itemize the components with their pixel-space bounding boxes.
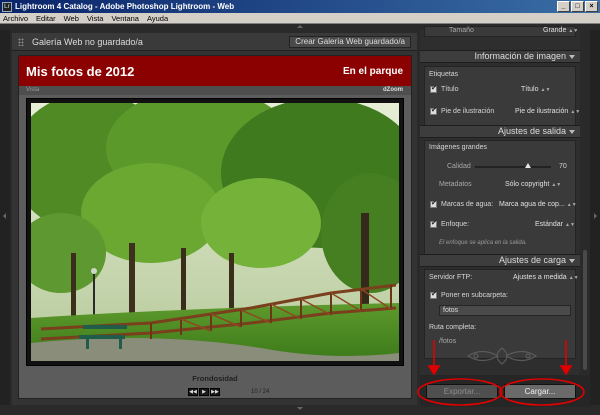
sharpen-select[interactable]: Estándar ▲▼: [535, 221, 575, 228]
bottom-panel-toggle-icon[interactable]: [297, 407, 303, 410]
create-saved-gallery-button[interactable]: Crear Galería Web guardado/a: [289, 36, 411, 48]
size-label: Tamaño: [449, 27, 474, 34]
upload-section-header[interactable]: Ajustes de carga: [420, 254, 580, 267]
caption-select[interactable]: Pie de ilustración ▲▼: [515, 108, 580, 115]
action-buttons-bar: Exportar... Cargar...: [420, 375, 590, 407]
upload-section-title: Ajustes de carga: [498, 255, 566, 265]
gallery-subheader: Vista dZoom: [19, 86, 411, 95]
fullpath-label: Ruta completa:: [429, 324, 477, 331]
left-panel-toggle-icon[interactable]: [3, 213, 6, 219]
output-settings-box: Imágenes grandes Calidad 70 Metadatos Só…: [424, 140, 577, 255]
sharpen-checkbox[interactable]: [430, 219, 437, 228]
photo-caption: Frondosidad: [192, 374, 238, 383]
collection-title[interactable]: En el parque: [343, 66, 403, 77]
subfolder-label: Poner en subcarpeta:: [441, 292, 508, 299]
collapse-triangle-icon[interactable]: [569, 55, 575, 59]
quality-label: Calidad: [447, 163, 471, 170]
labels-heading: Etiquetas: [429, 71, 459, 78]
next-button[interactable]: ▶▶: [210, 388, 220, 396]
gallery-title: Galería Web no guardado/a: [32, 37, 143, 47]
title-label: Título: [441, 86, 459, 93]
menu-archivo[interactable]: Archivo: [3, 14, 28, 23]
window-title: Lightroom 4 Catalog - Adobe Photoshop Li…: [15, 2, 235, 11]
maximize-button[interactable]: □: [571, 1, 584, 12]
title-checkbox[interactable]: [430, 84, 437, 93]
image-info-box: Etiquetas Título Título▲▼ Pie de ilustra…: [424, 66, 580, 126]
grip-icon: [18, 38, 24, 46]
slideshow-controls: ◀◀ ▶ ▶▶: [188, 388, 220, 396]
quality-slider-knob[interactable]: [525, 163, 532, 168]
metadata-select[interactable]: Sólo copyright ▲▼: [505, 181, 561, 188]
watermark-select[interactable]: Marca agua de cop... ▲▼: [499, 201, 577, 208]
gallery-header: Mis fotos de 2012 En el parque: [19, 56, 411, 86]
preview-header: Galería Web no guardado/a Crear Galería …: [12, 33, 417, 51]
upload-button[interactable]: Cargar...: [504, 384, 576, 399]
sharpen-label: Enfoque:: [441, 221, 470, 228]
size-setting-row: Tamaño Grande ▲▼: [424, 26, 578, 37]
left-panel-edge[interactable]: [0, 30, 10, 405]
output-section-title: Ajustes de salida: [497, 126, 566, 136]
right-settings-panel: Tamaño Grande ▲▼ Información de imagen Et…: [420, 26, 580, 375]
collapse-triangle-icon[interactable]: [569, 259, 575, 263]
subfolder-input[interactable]: fotos: [439, 305, 571, 316]
image-counter: 10 / 24: [251, 389, 270, 395]
window-title-bar: Lr Lightroom 4 Catalog - Adobe Photoshop…: [0, 0, 600, 13]
panel-scrollbar[interactable]: [582, 30, 588, 375]
size-select[interactable]: Grande ▲▼: [543, 27, 578, 34]
caption-checkbox[interactable]: [430, 106, 437, 115]
metadata-label: Metadatos: [439, 181, 472, 188]
export-button[interactable]: Exportar...: [426, 384, 498, 399]
menu-ventana[interactable]: Ventana: [111, 14, 139, 23]
watermark-checkbox[interactable]: [430, 199, 437, 208]
watermark-label: Marcas de agua:: [441, 201, 494, 208]
fullpath-value: /fotos: [439, 338, 457, 345]
play-button[interactable]: ▶: [199, 388, 209, 396]
collapse-triangle-icon[interactable]: [569, 130, 575, 134]
minimize-button[interactable]: _: [557, 1, 570, 12]
title-select[interactable]: Título ▲▼: [521, 86, 550, 93]
caption-label: Pie de ilustración: [441, 108, 495, 115]
brand-label: dZoom: [383, 87, 403, 93]
info-section-header[interactable]: Información de imagen: [420, 50, 580, 63]
menu-vista[interactable]: Vista: [87, 14, 104, 23]
panel-end-ornament-icon: [466, 347, 538, 365]
gallery-page: Mis fotos de 2012 En el parque Vista dZo…: [18, 55, 412, 399]
web-gallery-preview: Galería Web no guardado/a Crear Galería …: [12, 33, 417, 405]
lightroom-app-icon: Lr: [2, 1, 12, 12]
top-panel-toggle-icon[interactable]: [297, 25, 303, 28]
output-section-header[interactable]: Ajustes de salida: [420, 125, 580, 138]
large-images-heading: Imágenes grandes: [429, 144, 487, 151]
scrollbar-thumb[interactable]: [583, 250, 587, 370]
sharpen-note: El enfoque se aplica en la salida.: [439, 240, 527, 246]
ftp-label: Servidor FTP:: [429, 274, 473, 281]
park-photo: [31, 103, 399, 361]
ftp-select[interactable]: Ajustes a medida ▲▼: [513, 274, 579, 281]
quality-slider[interactable]: [475, 163, 551, 168]
view-label: Vista: [26, 87, 40, 93]
menu-bar: Archivo Editar Web Vista Ventana Ayuda: [0, 13, 600, 24]
menu-ayuda[interactable]: Ayuda: [147, 14, 168, 23]
right-panel-edge[interactable]: [590, 30, 600, 405]
menu-editar[interactable]: Editar: [36, 14, 56, 23]
close-button[interactable]: ×: [585, 1, 598, 12]
window-controls: _ □ ×: [557, 1, 598, 12]
info-section-title: Información de imagen: [474, 51, 566, 61]
quality-value: 70: [559, 163, 567, 170]
photo-frame: [26, 98, 404, 366]
site-title[interactable]: Mis fotos de 2012: [26, 64, 134, 79]
previous-button[interactable]: ◀◀: [188, 388, 198, 396]
right-panel-toggle-icon[interactable]: [594, 213, 597, 219]
subfolder-checkbox[interactable]: [430, 290, 437, 299]
menu-web[interactable]: Web: [64, 14, 79, 23]
